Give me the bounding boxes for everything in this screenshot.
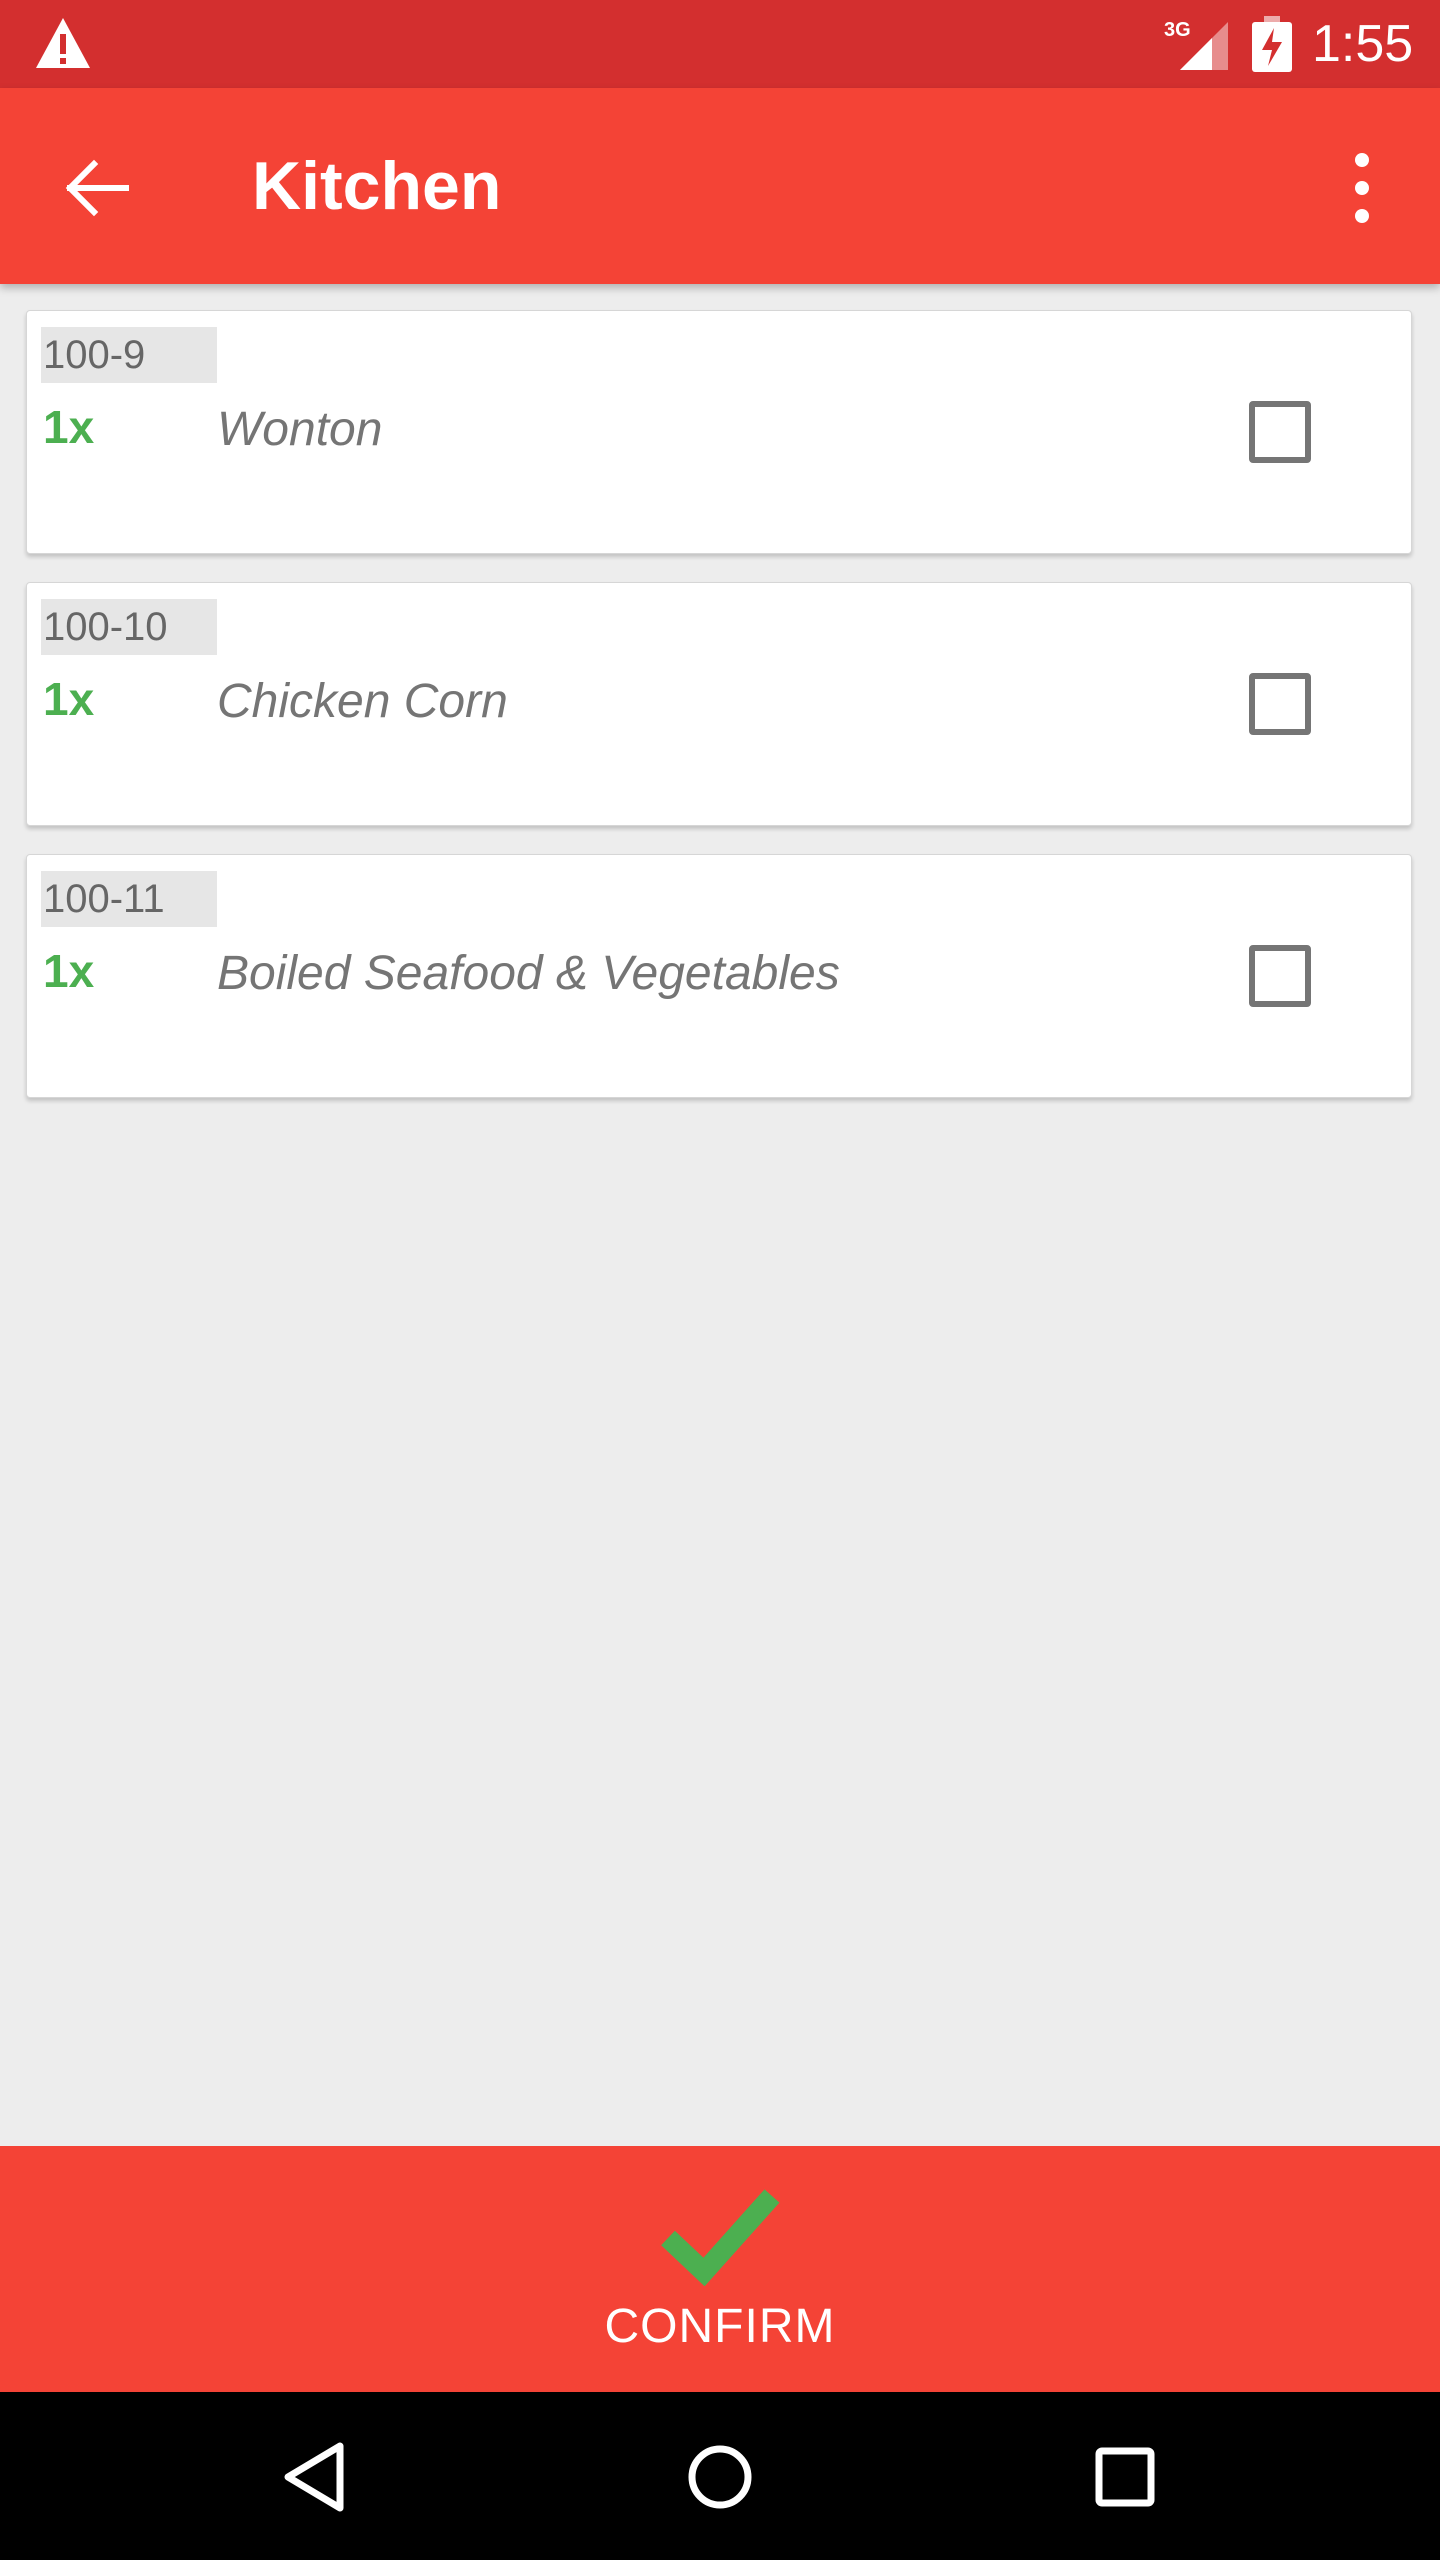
item-name: Chicken Corn <box>217 675 508 728</box>
check-icon <box>661 2189 780 2286</box>
nav-home-icon[interactable] <box>675 2432 765 2522</box>
item-quantity: 1x <box>43 401 95 453</box>
signal-icon: 3G <box>1164 19 1228 70</box>
nav-recents-icon[interactable] <box>1080 2432 1170 2522</box>
network-type-label: 3G <box>1164 19 1191 41</box>
system-nav-bar <box>0 2392 1440 2560</box>
item-code: 100-10 <box>41 599 217 655</box>
confirm-label: CONFIRM <box>604 2300 836 2353</box>
confirm-button[interactable]: CONFIRM <box>0 2146 1440 2392</box>
page-title: Kitchen <box>252 148 502 224</box>
battery-charging-icon <box>1252 16 1292 72</box>
order-item-card: 100-11 1x Boiled Seafood & Vegetables <box>26 854 1412 1098</box>
item-name: Wonton <box>217 403 383 456</box>
order-item-card: 100-9 1x Wonton <box>26 310 1412 554</box>
arrow-back-icon[interactable] <box>62 152 134 224</box>
item-quantity: 1x <box>43 673 95 725</box>
more-vert-icon[interactable] <box>1332 146 1392 230</box>
warning-icon <box>36 18 90 68</box>
status-bar: 3G 1:55 <box>0 0 1440 88</box>
item-quantity: 1x <box>43 945 95 997</box>
item-code: 100-9 <box>41 327 217 383</box>
app-bar: Kitchen <box>0 88 1440 284</box>
item-checkbox[interactable] <box>1249 401 1311 463</box>
order-item-card: 100-10 1x Chicken Corn <box>26 582 1412 826</box>
item-code: 100-11 <box>41 871 217 927</box>
item-checkbox[interactable] <box>1249 945 1311 1007</box>
status-time: 1:55 <box>1312 15 1414 73</box>
order-item-list: 100-9 1x Wonton 100-10 1x Chicken Corn 1… <box>26 310 1414 1126</box>
item-name: Boiled Seafood & Vegetables <box>217 947 840 1000</box>
item-checkbox[interactable] <box>1249 673 1311 735</box>
nav-back-icon[interactable] <box>270 2432 360 2522</box>
